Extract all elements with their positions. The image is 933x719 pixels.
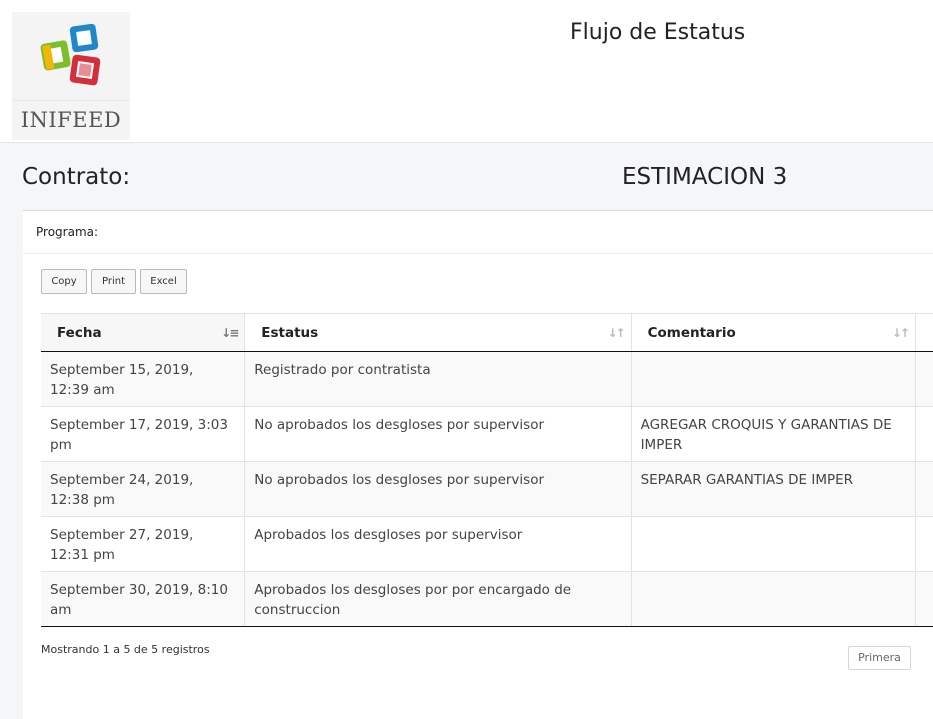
- copy-button[interactable]: Copy: [41, 269, 87, 294]
- cell-comentario: SEPARAR GARANTIAS DE IMPER: [630, 461, 916, 517]
- table-row: September 24, 2019, 12:38 pm No aprobado…: [41, 461, 933, 517]
- sort-icon: ↓↑: [891, 326, 910, 340]
- cell-estatus: No aprobados los desgloses por superviso…: [244, 406, 632, 462]
- table-row: September 27, 2019, 12:31 pm Aprobados l…: [41, 516, 933, 572]
- cell-comentario: [630, 516, 916, 572]
- logo-text: INIFEED: [20, 108, 122, 132]
- cell-comentario: [630, 351, 916, 407]
- cell-extra: [914, 406, 933, 462]
- table-row: September 17, 2019, 3:03 pm No aprobados…: [41, 406, 933, 462]
- pagination-first-button[interactable]: Primera: [848, 646, 911, 670]
- cell-estatus: Aprobados los desgloses por por encargad…: [244, 571, 632, 627]
- sort-icon: ↓↑: [607, 326, 625, 340]
- column-header-extra: [914, 313, 933, 352]
- programa-label: Programa:: [36, 225, 99, 239]
- column-header-estatus[interactable]: Estatus ↓↑: [244, 313, 632, 352]
- cell-comentario: AGREGAR CROQUIS Y GARANTIAS DE IMPER: [630, 406, 916, 462]
- contract-label: Contrato:: [22, 164, 131, 190]
- cell-fecha: September 24, 2019, 12:38 pm: [41, 461, 245, 517]
- cell-extra: [914, 461, 933, 517]
- logo-icon: [40, 23, 101, 86]
- table-row: September 15, 2019, 12:39 am Registrado …: [41, 351, 933, 407]
- cell-estatus: Aprobados los desgloses por supervisor: [244, 516, 632, 572]
- table-header-row: Fecha ↓≡ Estatus ↓↑ Comentario ↓↑: [41, 313, 933, 352]
- column-header-label: Estatus: [261, 324, 319, 341]
- page-title: Flujo de Estatus: [570, 20, 746, 45]
- cell-extra: [914, 351, 933, 407]
- cell-fecha: September 30, 2019, 8:10 am: [41, 571, 245, 627]
- cell-estatus: No aprobados los desgloses por superviso…: [244, 461, 632, 517]
- sort-amount-down-icon: ↓≡: [221, 326, 239, 340]
- cell-extra: [914, 516, 933, 572]
- column-header-fecha[interactable]: Fecha ↓≡: [41, 313, 245, 352]
- print-button[interactable]: Print: [91, 269, 136, 294]
- divider: [23, 253, 933, 254]
- column-header-label: Fecha: [57, 324, 102, 341]
- page-header: INIFEED Flujo de Estatus: [0, 0, 933, 143]
- cell-fecha: September 17, 2019, 3:03 pm: [41, 406, 245, 462]
- table-info: Mostrando 1 a 5 de 5 registros: [41, 643, 210, 656]
- excel-button[interactable]: Excel: [140, 269, 187, 294]
- cell-extra: [914, 571, 933, 627]
- cell-estatus: Registrado por contratista: [244, 351, 632, 407]
- table-row: September 30, 2019, 8:10 am Aprobados lo…: [41, 571, 933, 627]
- column-header-comentario[interactable]: Comentario ↓↑: [630, 313, 916, 352]
- cell-fecha: September 15, 2019, 12:39 am: [41, 351, 245, 407]
- status-table: Fecha ↓≡ Estatus ↓↑ Comentario ↓↑ Septem…: [41, 313, 933, 627]
- status-panel: Programa: Copy Print Excel Fecha ↓≡ Esta…: [23, 210, 933, 719]
- logo-divider: [12, 100, 130, 101]
- cell-comentario: [630, 571, 916, 627]
- column-header-label: Comentario: [647, 324, 736, 341]
- inifeed-logo[interactable]: INIFEED: [12, 12, 130, 140]
- cell-fecha: September 27, 2019, 12:31 pm: [41, 516, 245, 572]
- contract-value: ESTIMACION 3: [622, 164, 788, 190]
